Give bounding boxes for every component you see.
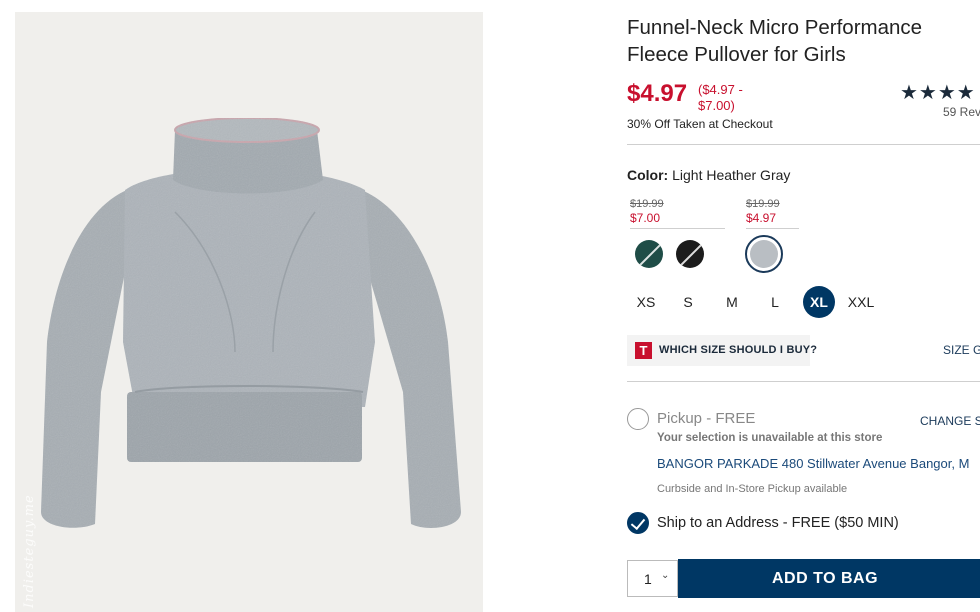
store-address[interactable]: BANGOR PARKADE 480 Stillwater Avenue Ban… [657,456,969,471]
product-image[interactable]: Indiesteguy.me [15,12,483,612]
watermark: Indiesteguy.me [22,494,37,608]
ship-label[interactable]: Ship to an Address - FREE ($50 MIN) [657,515,899,531]
truefit-icon: T [635,342,652,359]
divider [627,381,980,382]
curbside-note: Curbside and In-Store Pickup available [657,483,848,495]
unavailable-message: Your selection is unavailable at this st… [657,432,883,444]
size-advice-button[interactable]: T WHICH SIZE SHOULD I BUY? [627,335,817,366]
store-city: Bangor, M [910,456,970,471]
size-option-xl[interactable]: XL [803,286,835,318]
store-name: BANGOR PARKADE [657,456,779,471]
add-to-bag-button[interactable]: ADD TO BAG [678,559,980,598]
size-advice-label: WHICH SIZE SHOULD I BUY? [659,344,818,356]
quantity-select[interactable]: 1 ⌄ [627,560,678,597]
divider [627,144,980,145]
color-value: Light Heather Gray [672,167,791,183]
product-photo-pullover [41,117,461,528]
size-option-xxl[interactable]: XXL [845,286,877,318]
group-sale-price: $7.00 [630,211,661,225]
sale-price: $4.97 [627,80,688,107]
review-count-link[interactable]: 59 Rev [943,105,980,119]
swatch-green[interactable] [635,240,663,268]
pickup-radio[interactable] [627,408,649,430]
discount-note: 30% Off Taken at Checkout [627,117,773,131]
size-option-m[interactable]: M [716,286,748,318]
divider [746,228,799,229]
size-option-xs[interactable]: XS [630,286,662,318]
original-price: $19.99 [630,198,664,210]
original-price: $19.99 [746,198,780,210]
size-option-l[interactable]: L [759,286,791,318]
swatch-black[interactable] [676,240,704,268]
size-guide-link[interactable]: SIZE GU [943,343,980,357]
chevron-down-icon: ⌄ [661,570,670,581]
divider [630,228,725,229]
product-title: Funnel-Neck Micro Performance Fleece Pul… [627,16,923,66]
pickup-label[interactable]: Pickup - FREE [657,410,755,427]
swatch-price-group: $19.99 $7.00 [630,198,725,229]
ship-radio[interactable] [627,512,649,534]
color-label-row: Color: Light Heather Gray [627,167,790,183]
change-store-link[interactable]: CHANGE ST [920,414,980,428]
size-option-s[interactable]: S [672,286,704,318]
swatch-price-group: $19.99 $4.97 [746,198,799,229]
quantity-value: 1 [644,571,652,587]
price-range: ($4.97 - $7.00) [698,82,743,113]
swatch-light-heather-gray[interactable] [750,240,778,268]
store-street: 480 Stillwater Avenue [781,456,907,471]
color-label: Color: [627,167,669,183]
rating-stars-icon[interactable]: ★★★★ [900,80,976,105]
group-sale-price: $4.97 [746,211,777,225]
